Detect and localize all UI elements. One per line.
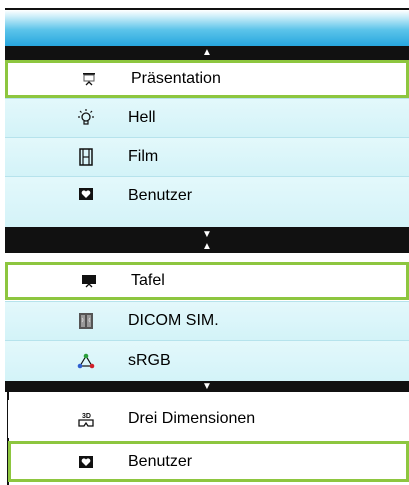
menu-item-tafel[interactable]: Tafel	[5, 262, 409, 300]
menu-item-label: Präsentation	[131, 70, 221, 87]
menu-item-drei-dimensionen[interactable]: 3D Drei Dimensionen	[8, 400, 409, 438]
chevron-up-icon: ▲	[202, 241, 212, 252]
menu-item-label: Film	[128, 148, 159, 165]
menu-item-hell[interactable]: Hell	[5, 99, 409, 137]
scroll-down-arrow[interactable]: ▼	[5, 229, 409, 241]
menu-header	[5, 8, 409, 46]
menu-item-film[interactable]: Film	[5, 138, 409, 176]
menu-item-label: Benutzer	[128, 187, 193, 204]
menu-item-dicom-sim[interactable]: DICOM SIM.	[5, 302, 409, 340]
menu-item-label: Tafel	[131, 272, 165, 289]
blackboard-icon	[74, 274, 104, 288]
menu-item-benutzer[interactable]: Benutzer	[5, 177, 409, 229]
menu-item-srgb[interactable]: sRGB	[5, 341, 409, 381]
heart-icon	[71, 187, 101, 201]
scroll-down-arrow[interactable]: ▼	[5, 381, 409, 392]
menu-item-label: Benutzer	[128, 452, 193, 470]
scroll-up-arrow[interactable]: ▲	[5, 241, 409, 253]
menu-item-label: sRGB	[128, 352, 171, 369]
sun-icon	[71, 108, 101, 128]
xray-icon	[71, 313, 101, 329]
chevron-down-icon: ▼	[202, 229, 212, 240]
3d-icon: 3D	[71, 411, 101, 427]
chevron-up-icon: ▲	[202, 47, 212, 58]
svg-text:3D: 3D	[82, 413, 91, 420]
presentation-icon	[74, 71, 104, 87]
scroll-up-arrow[interactable]: ▲	[5, 46, 409, 60]
menu-item-label: Drei Dimensionen	[128, 410, 256, 427]
menu-item-label: DICOM SIM.	[128, 312, 219, 329]
film-icon	[71, 148, 101, 166]
menu-item-label: Hell	[128, 109, 156, 126]
chevron-down-icon: ▼	[202, 381, 212, 392]
heart-icon	[71, 455, 101, 469]
rgb-triangle-icon	[71, 353, 101, 369]
menu-item-benutzer[interactable]: Benutzer	[8, 441, 409, 482]
menu-item-praesentation[interactable]: Präsentation	[5, 60, 409, 98]
